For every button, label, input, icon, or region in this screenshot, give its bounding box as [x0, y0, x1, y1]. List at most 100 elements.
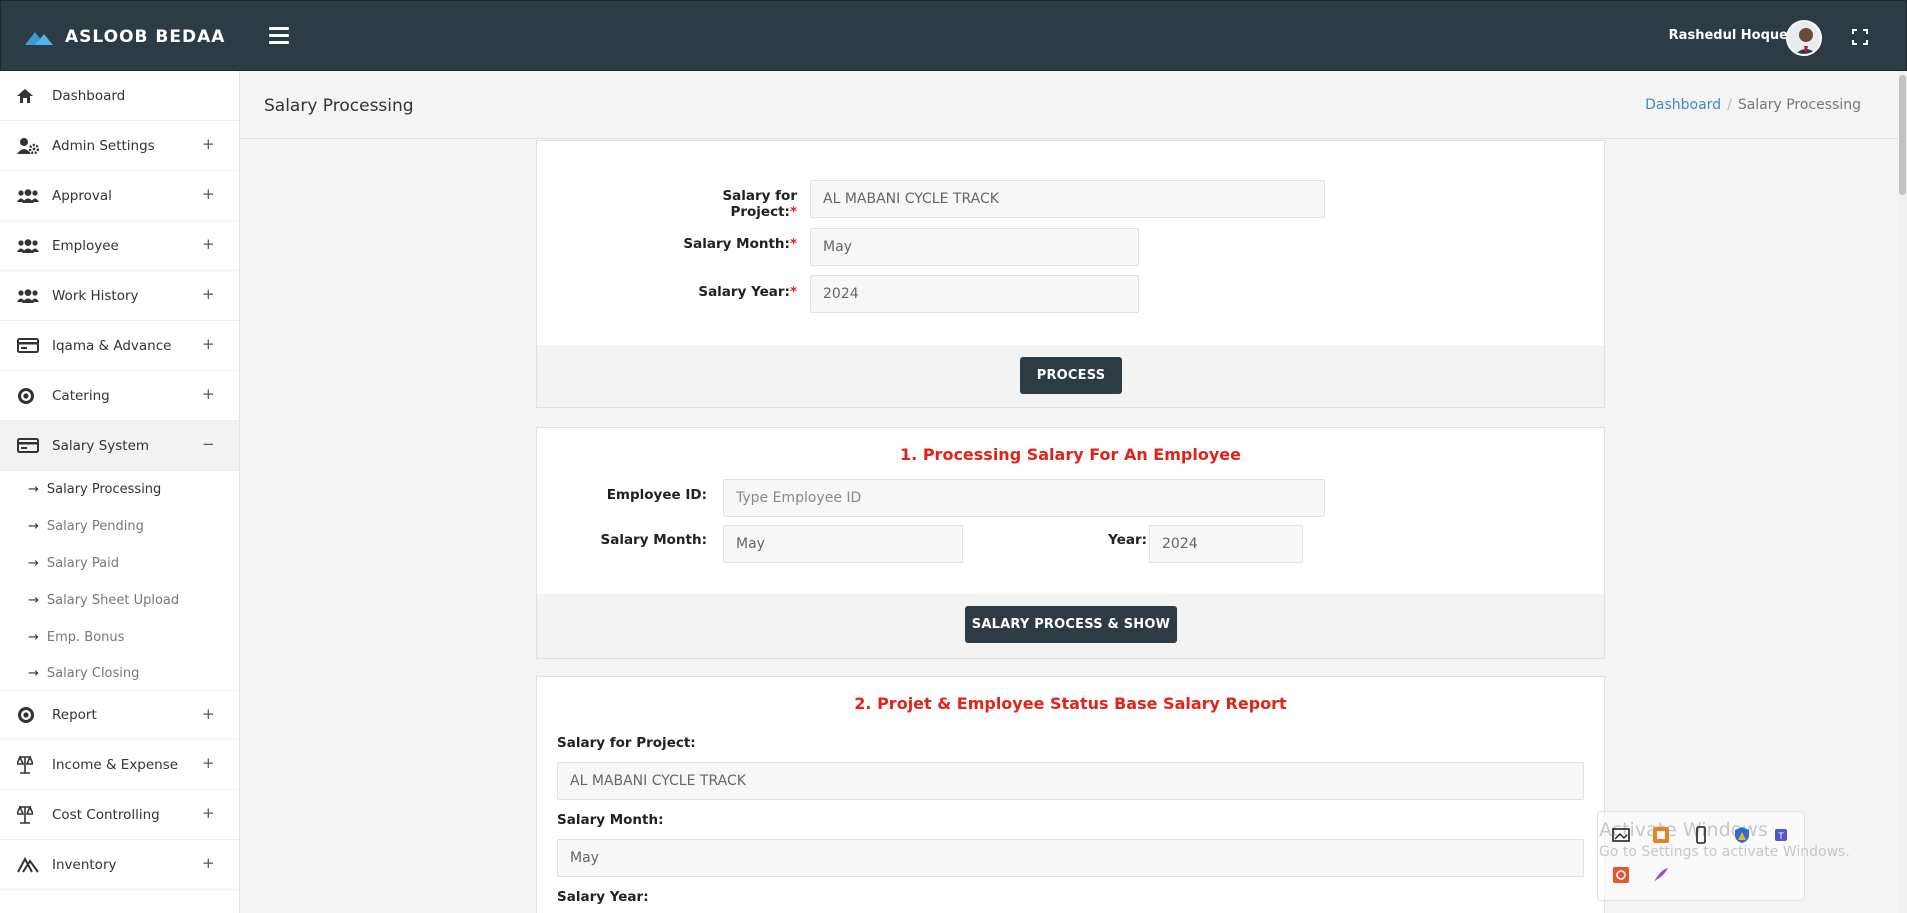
salary-process-show-button[interactable]: SALARY PROCESS & SHOW [965, 606, 1177, 643]
main-content: Salary Processing Dashboard / Salary Proce… [240, 71, 1907, 913]
sidebar-item-dashboard[interactable]: Dashboard [0, 71, 239, 121]
breadcrumb-separator: / [1727, 97, 1732, 113]
arrow-right-icon: → [28, 593, 39, 608]
expand-icon[interactable]: + [202, 235, 215, 253]
project-label: Salary for Project: [557, 735, 696, 751]
page-title: Salary Processing [264, 96, 414, 116]
id-card-icon [17, 436, 43, 456]
feather-icon[interactable] [1652, 866, 1670, 884]
activate-windows-subtitle: Go to Settings to activate Windows. [1599, 844, 1850, 860]
breadcrumb-current: Salary Processing [1737, 97, 1861, 113]
arrow-right-icon: → [28, 665, 39, 681]
sidebar-item-label: Cost Controlling [52, 806, 160, 823]
breadcrumb-home-link[interactable]: Dashboard [1645, 97, 1721, 113]
section-title: 2. Projet & Employee Status Base Salary … [854, 694, 1287, 713]
scrollbar-thumb[interactable] [1899, 75, 1906, 195]
scale-icon [17, 755, 43, 775]
month-label: Salary Month:* [667, 236, 797, 252]
sidebar-item-label: Work History [52, 287, 139, 304]
report-project-select[interactable]: AL MABANI CYCLE TRACK [557, 762, 1584, 800]
sidebar-item-label: Inventory [52, 856, 117, 873]
teams-icon[interactable]: T [1773, 826, 1791, 844]
security-warning-icon[interactable] [1733, 826, 1751, 844]
expand-icon[interactable]: + [202, 705, 215, 723]
sidebar-subitem-salary-closing[interactable]: → Salary Closing [0, 656, 239, 690]
breadcrumb: Dashboard / Salary Processing [1645, 97, 1861, 113]
required-mark: * [789, 204, 797, 220]
year-select[interactable]: 2024 [1149, 525, 1303, 563]
users-icon [17, 186, 43, 206]
sidebar-item-inventory[interactable]: Inventory + [0, 840, 239, 890]
sidebar-subitem-salary-sheet-upload[interactable]: → Salary Sheet Upload [0, 582, 239, 619]
process-button[interactable]: PROCESS [1020, 357, 1122, 394]
year-label: Salary Year: [557, 889, 649, 905]
expand-icon[interactable]: + [202, 285, 215, 303]
sidebar-item-catering[interactable]: Catering + [0, 371, 239, 421]
sidebar-item-label: Report [52, 707, 97, 723]
sidebar-item-label: Salary System [52, 437, 150, 454]
sidebar-item-label: Employee [52, 237, 119, 254]
expand-icon[interactable]: + [202, 754, 215, 772]
sidebar-item-report[interactable]: Report + [0, 690, 239, 740]
sidebar-item-label: Income & Expense [52, 756, 179, 773]
sidebar-item-work-history[interactable]: Work History + [0, 271, 239, 321]
expand-icon[interactable]: + [202, 335, 215, 353]
picture-icon[interactable] [1612, 826, 1630, 844]
required-mark: * [789, 236, 797, 252]
scale-icon [17, 805, 43, 825]
sidebar-subitem-label: Salary Processing [46, 482, 162, 497]
sidebar-item-admin-settings[interactable]: Admin Settings + [0, 121, 239, 171]
mountain-logo-icon [25, 32, 53, 45]
label-text: Salary Year: [698, 284, 790, 300]
inventory-icon [17, 855, 43, 875]
report-month-select[interactable]: May [557, 839, 1584, 877]
year-label: Salary Year:* [667, 284, 797, 300]
user-gear-icon [17, 136, 43, 156]
arrow-right-icon: → [28, 556, 39, 571]
user-name[interactable]: Rashedul Hoque [1669, 28, 1788, 43]
sidebar-item-label: Catering [52, 387, 110, 404]
employee-id-input[interactable]: Type Employee ID [723, 479, 1325, 517]
expand-icon[interactable]: + [202, 185, 215, 203]
sidebar-item-label: Iqama & Advance [52, 337, 172, 354]
expand-icon[interactable]: + [202, 135, 215, 153]
sidebar-item-approval[interactable]: Approval + [0, 171, 239, 221]
brand-logo[interactable]: ASLOOB BEDAA [25, 23, 225, 51]
salary-report-card: 2. Projet & Employee Status Base Salary … [536, 676, 1605, 913]
salary-month-label: Salary Month: [600, 532, 707, 548]
sidebar-subitem-emp-bonus[interactable]: → Emp. Bonus [0, 619, 239, 656]
app-orange-icon[interactable] [1652, 826, 1670, 844]
user-avatar-icon [1788, 22, 1820, 54]
sidebar-item-label: Approval [52, 187, 112, 204]
sidebar-item-salary-system[interactable]: Salary System − [0, 421, 239, 471]
sidebar-subitem-salary-pending[interactable]: → Salary Pending [0, 508, 239, 545]
top-navbar: ASLOOB BEDAA Rashedul Hoque [0, 0, 1907, 71]
brand-name: ASLOOB BEDAA [65, 27, 226, 47]
sidebar-item-cost-controlling[interactable]: Cost Controlling + [0, 790, 239, 840]
year-select[interactable]: 2024 [810, 275, 1139, 313]
label-text: Salary Month: [683, 236, 790, 252]
month-select[interactable]: May [810, 228, 1139, 266]
usb-icon[interactable] [1692, 826, 1710, 844]
menu-toggle-icon[interactable] [269, 27, 289, 45]
sidebar-item-iqama-advance[interactable]: Iqama & Advance + [0, 321, 239, 371]
avatar[interactable] [1786, 20, 1822, 56]
sidebar-subitem-salary-processing[interactable]: → Salary Processing [0, 471, 239, 508]
page-scrollbar[interactable] [1898, 71, 1907, 913]
sidebar-subitem-label: Salary Paid [46, 556, 119, 571]
project-select[interactable]: AL MABANI CYCLE TRACK [810, 180, 1325, 218]
sidebar-item-label: Admin Settings [52, 137, 155, 154]
expand-icon[interactable]: + [202, 385, 215, 403]
sidebar-item-employee[interactable]: Employee + [0, 221, 239, 271]
target-icon [17, 386, 43, 406]
sidebar-subitem-salary-paid[interactable]: → Salary Paid [0, 545, 239, 582]
app-red-icon[interactable] [1612, 866, 1630, 884]
expand-icon[interactable]: + [202, 854, 215, 872]
svg-text:T: T [1778, 831, 1784, 841]
collapse-icon[interactable]: − [202, 435, 215, 453]
fullscreen-icon[interactable] [1852, 29, 1868, 45]
sidebar-item-income-expense[interactable]: Income & Expense + [0, 740, 239, 790]
sidebar-subitem-label: Salary Sheet Upload [46, 593, 180, 608]
salary-month-select[interactable]: May [723, 525, 963, 563]
expand-icon[interactable]: + [202, 804, 215, 822]
